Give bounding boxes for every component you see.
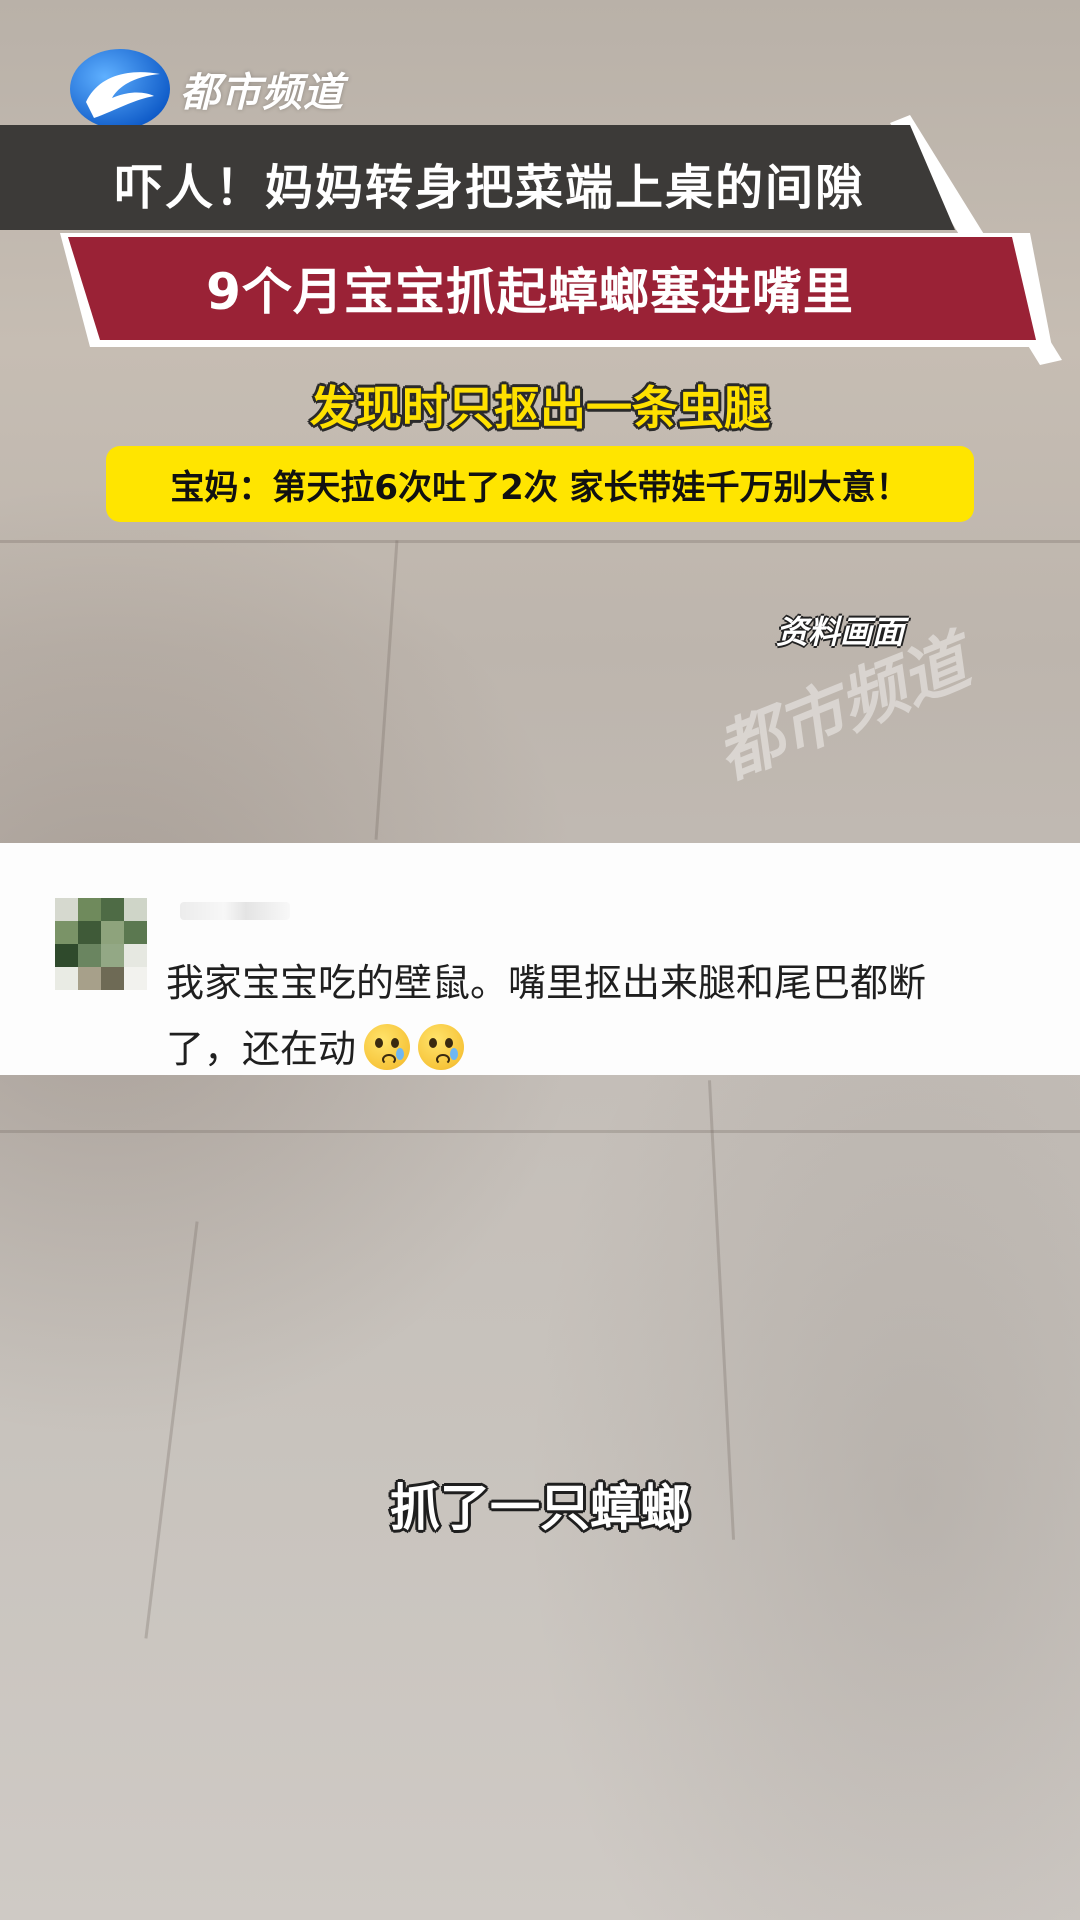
avatar <box>55 898 147 990</box>
crying-face-emoji-icon <box>418 1024 465 1070</box>
headline-line-2: 9个月宝宝抓起蟑螂塞进嘴里 <box>206 263 854 321</box>
channel-logo-text: 都市频道 <box>180 70 344 116</box>
comment-line-2: 了，还在动 <box>166 1016 1016 1082</box>
headline-line-1: 吓人！妈妈转身把菜端上桌的间隙 <box>114 160 865 216</box>
headline-line-3: 发现时只抠出一条虫腿 <box>310 381 770 435</box>
headline-line-4: 宝妈：第天拉6次吐了2次 家长带娃千万别大意！ <box>106 446 974 522</box>
tile-seam <box>0 1130 1080 1133</box>
comment-text: 我家宝宝吃的壁鼠。嘴里抠出来腿和尾巴都断 了，还在动 <box>166 950 1016 1082</box>
tile-seam <box>0 540 1080 543</box>
username-blurred <box>180 902 290 920</box>
crying-face-emoji-icon <box>364 1024 411 1070</box>
comment-line-1: 我家宝宝吃的壁鼠。嘴里抠出来腿和尾巴都断 <box>166 961 927 1005</box>
comment-line-2-text: 了，还在动 <box>166 1027 357 1071</box>
video-subtitle: 抓了一只蟑螂 <box>390 1479 690 1537</box>
